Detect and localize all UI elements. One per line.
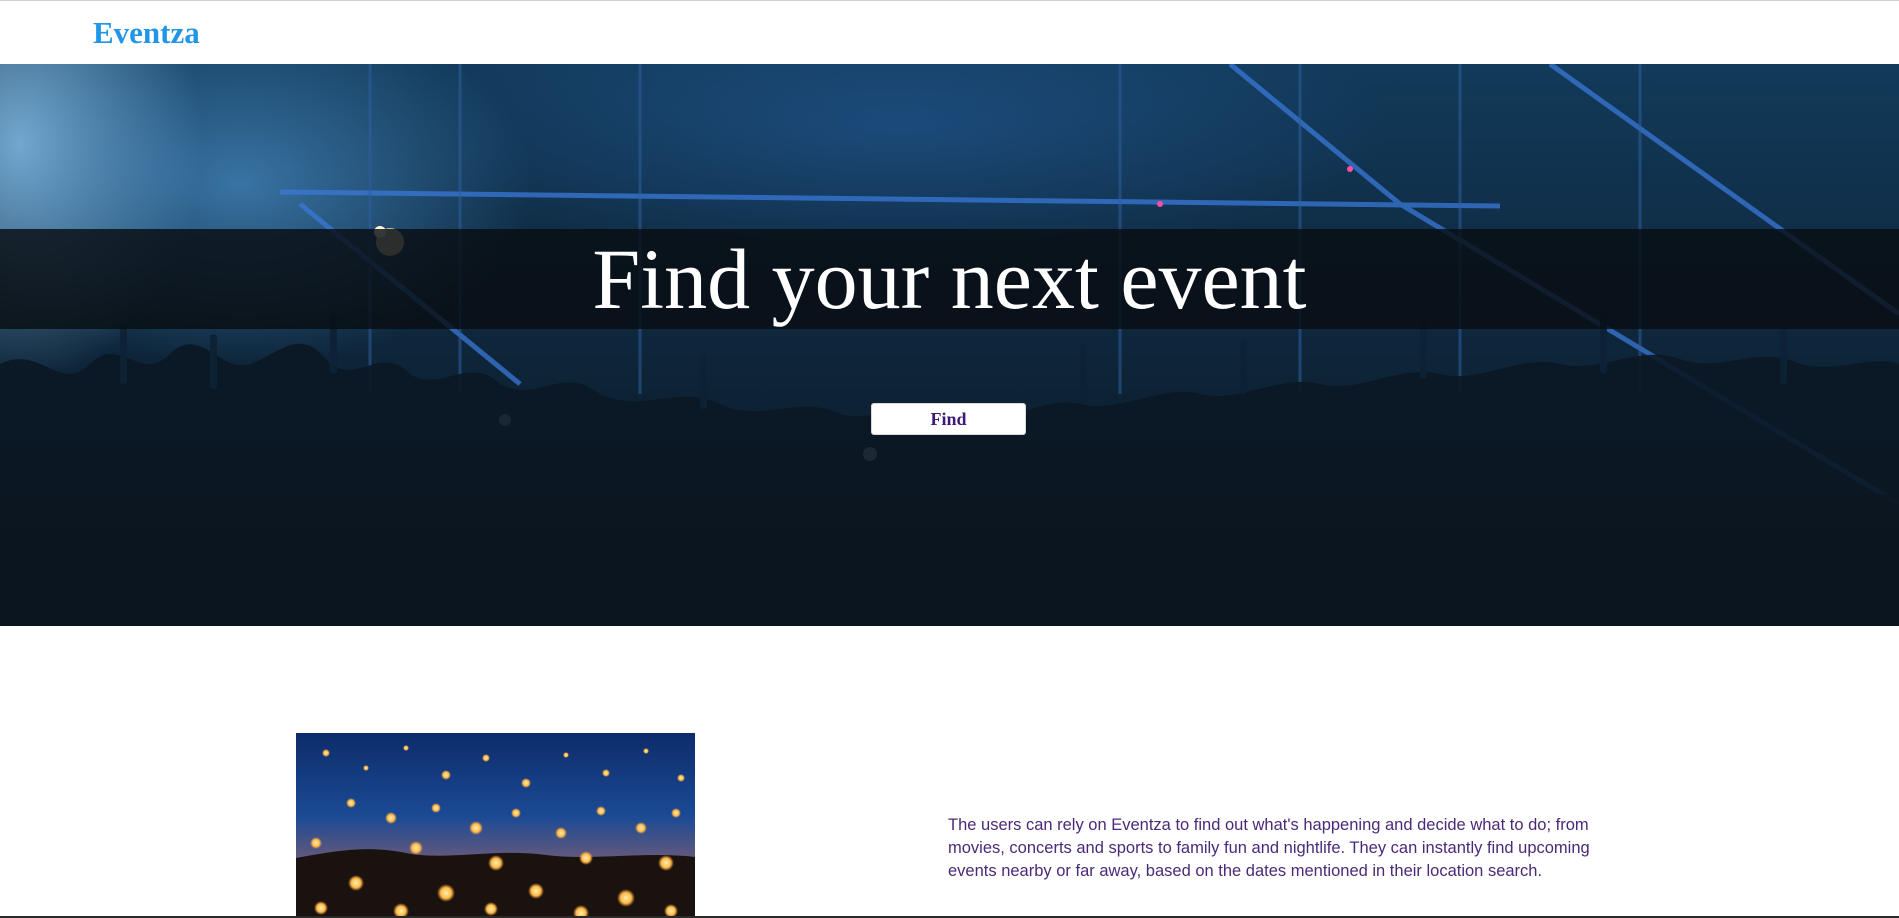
find-button[interactable]: Find (871, 403, 1026, 435)
brand-logo-link[interactable]: Eventza (93, 15, 200, 51)
concert-crowd-background-image (0, 64, 1899, 626)
top-navbar: Eventza (0, 0, 1899, 64)
hero-banner: Find your next event Find (0, 64, 1899, 626)
about-description: The users can rely on Eventza to find ou… (948, 816, 1590, 880)
hero-headline: Find your next event (592, 231, 1307, 327)
sky-lanterns-image (296, 733, 695, 918)
